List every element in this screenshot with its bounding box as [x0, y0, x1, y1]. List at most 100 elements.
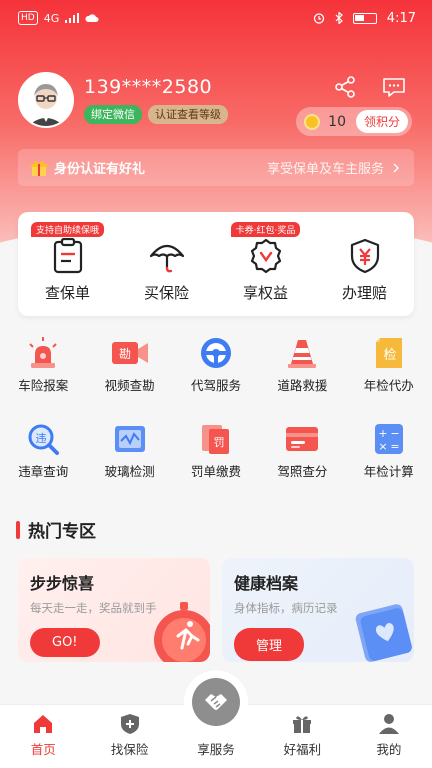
service-driver[interactable]: 代驾服务 [173, 334, 259, 394]
get-points-button[interactable]: 领积分 [355, 110, 408, 133]
service-label: 违章查询 [18, 464, 69, 479]
service-label: 车险报案 [18, 378, 69, 393]
status-right: 4:17 [313, 11, 416, 26]
tab-label: 找保险 [110, 742, 149, 757]
alarm-icon [313, 13, 324, 24]
tab-label: 我的 [376, 742, 402, 757]
tab-label: 好福利 [283, 742, 322, 757]
umbrella-icon [149, 244, 184, 273]
service-road-rescue[interactable]: 道路救援 [259, 334, 345, 394]
promo-title: 健康档案 [234, 574, 299, 593]
promo-step-surprise[interactable]: 步步惊喜 每天走一走，奖品就到手 GO! [18, 558, 210, 662]
points-value: 10 [328, 113, 346, 130]
profile-info: 139****2580 绑定微信 认证查看等级 [84, 76, 228, 124]
service-annual-inspection[interactable]: 检 年检代办 [346, 334, 432, 394]
gift-title: 身份认证有好礼 [54, 162, 146, 177]
running-stopwatch-icon [154, 602, 210, 662]
avatar-illustration [20, 74, 72, 126]
gift-subtitle: 享受保单及车主服务 [266, 162, 384, 177]
svg-text:勘: 勘 [119, 347, 131, 361]
svg-text:+: + [378, 427, 387, 440]
section-title: 热门专区 [28, 522, 96, 542]
action-label: 办理赔 [341, 284, 387, 302]
service-video-survey[interactable]: 勘 视频查勘 [86, 334, 172, 394]
glass-icon [114, 426, 145, 452]
shield-plus-icon [120, 714, 139, 734]
hot-section-header: 热门专区 [16, 517, 96, 542]
signal-icon [65, 13, 80, 23]
points-pill: 10 领积分 [296, 107, 412, 136]
service-violation-query[interactable]: 违 违章查询 [0, 420, 86, 480]
svg-text:×: × [378, 440, 387, 453]
promo-title: 步步惊喜 [30, 574, 95, 593]
tab-benefits[interactable]: 好福利 [259, 705, 345, 768]
service-label: 道路救援 [277, 378, 328, 393]
home-icon [34, 715, 53, 733]
hd-icon: HD [18, 11, 38, 25]
auth-level-tag[interactable]: 认证查看等级 [148, 105, 228, 124]
license-icon [286, 427, 319, 451]
bluetooth-icon [335, 12, 343, 24]
battery-icon [352, 12, 377, 24]
service-label: 驾照查分 [277, 464, 328, 479]
tab-find-insurance[interactable]: 找保险 [86, 705, 172, 768]
action-label: 查保单 [44, 284, 90, 302]
signal-label: 4G [43, 11, 60, 25]
promo-manage-button[interactable]: 管理 [234, 628, 305, 661]
promo-go-button[interactable]: GO! [30, 628, 100, 657]
action-check-policy[interactable]: 支持自助续保哦 查保单 [18, 212, 117, 316]
status-left: HD 4G [18, 11, 99, 25]
siren-icon [29, 337, 57, 368]
service-car-report[interactable]: 车险报案 [0, 334, 86, 394]
service-ticket-pay[interactable]: 罚 罚单缴费 [173, 420, 259, 480]
svg-text:−: − [390, 427, 399, 440]
svg-text:检: 检 [383, 348, 396, 363]
inspection-icon: 检 [375, 338, 402, 368]
calculator-icon: + −× = [374, 424, 403, 454]
phone-number: 139****2580 [84, 76, 213, 98]
identity-gift-banner[interactable]: 身份认证有好礼 享受保单及车主服务 [18, 149, 414, 186]
center-service-button[interactable] [188, 674, 244, 730]
tab-home[interactable]: 首页 [0, 705, 86, 768]
shield-yen-icon [350, 238, 379, 274]
profile-tags: 绑定微信 认证查看等级 [84, 105, 228, 124]
traffic-cone-icon [288, 340, 317, 368]
coin-icon [304, 113, 321, 130]
service-label: 年检代办 [363, 378, 414, 393]
share-icon[interactable] [334, 76, 356, 98]
cloud-icon [85, 14, 99, 22]
svg-text:=: = [390, 440, 399, 453]
chevron-right-icon [393, 163, 399, 172]
action-badge: 卡券·红包·奖品 [230, 222, 301, 237]
profile-header: 139****2580 绑定微信 认证查看等级 [18, 72, 228, 128]
service-inspection-calc[interactable]: + − × = 年检计算 [346, 420, 432, 480]
status-bar: HD 4G 4:17 [0, 0, 432, 36]
steering-wheel-icon [200, 338, 231, 368]
promo-health-record[interactable]: 健康档案 身体指标，病历记录 管理 [222, 558, 414, 662]
person-icon [378, 714, 399, 734]
avatar[interactable] [18, 72, 74, 128]
service-label: 代驾服务 [190, 378, 241, 393]
gift-icon [31, 160, 47, 176]
service-license-points[interactable]: 驾照查分 [259, 420, 345, 480]
handshake-icon [205, 694, 227, 710]
svg-text:违: 违 [36, 432, 47, 445]
action-claims[interactable]: 办理赔 [315, 212, 414, 316]
medal-icon [250, 238, 281, 274]
bind-wechat-tag[interactable]: 绑定微信 [84, 105, 142, 124]
action-label: 买保险 [143, 284, 189, 302]
action-buy-insurance[interactable]: 买保险 [117, 212, 216, 316]
service-label: 年检计算 [363, 464, 414, 479]
clipboard-icon [53, 238, 82, 274]
action-label: 享权益 [242, 284, 288, 302]
service-label: 玻璃检测 [104, 464, 155, 479]
tab-mine[interactable]: 我的 [346, 705, 432, 768]
service-label: 罚单缴费 [190, 464, 241, 479]
service-glass-check[interactable]: 玻璃检测 [86, 420, 172, 480]
action-enjoy-benefits[interactable]: 卡券·红包·奖品 享权益 [216, 212, 315, 316]
tab-label: 首页 [30, 742, 56, 757]
ticket-icon: 罚 [201, 425, 229, 454]
svg-text:罚: 罚 [213, 436, 224, 449]
tab-label: 享服务 [197, 742, 235, 757]
message-icon[interactable] [382, 76, 406, 98]
